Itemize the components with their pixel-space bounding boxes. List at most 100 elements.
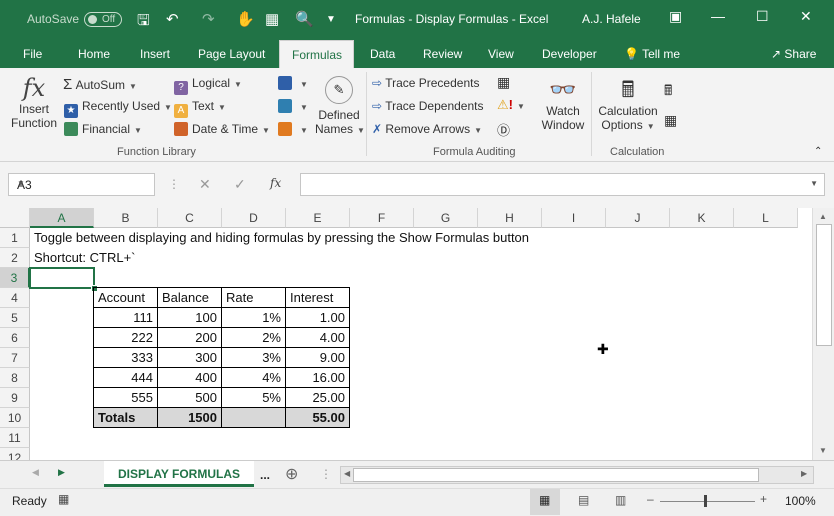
table-cell[interactable] xyxy=(221,407,286,428)
table-cell[interactable]: 3% xyxy=(221,347,286,368)
page-layout-view-icon[interactable]: ▤ xyxy=(578,493,589,507)
column-header[interactable]: G xyxy=(414,208,478,228)
table-cell[interactable]: Account xyxy=(93,287,158,308)
scroll-up-icon[interactable]: ▲ xyxy=(819,212,827,221)
horizontal-scrollbar[interactable]: ◀ ▶ xyxy=(340,466,814,484)
more-functions-button[interactable]: ▼ xyxy=(278,122,308,136)
tab-data[interactable]: Data xyxy=(370,47,395,61)
table-cell[interactable]: 2% xyxy=(221,327,286,348)
financial-button[interactable]: Financial ▼ xyxy=(64,122,142,136)
lookup-reference-button[interactable]: ▼ xyxy=(278,76,308,90)
page-break-view-icon[interactable]: ▥ xyxy=(615,493,626,507)
redo-icon[interactable]: ↷ xyxy=(202,10,215,28)
more-sheets[interactable]: ... xyxy=(260,468,270,482)
calculate-sheet-icon[interactable]: ▦ xyxy=(664,112,677,129)
table-cell[interactable]: Totals xyxy=(93,407,158,428)
tell-me[interactable]: 💡 Tell me xyxy=(624,47,680,61)
save-icon[interactable]: 🖫 xyxy=(137,10,150,35)
table-cell[interactable]: 1500 xyxy=(157,407,222,428)
table-cell[interactable]: 400 xyxy=(157,367,222,388)
calculation-options-button[interactable]: 🖩 Calculation Options ▼ xyxy=(596,76,660,132)
row-header[interactable]: 9 xyxy=(0,388,30,408)
error-checking-icon[interactable]: ⚠! ▼ xyxy=(497,97,525,113)
scroll-down-icon[interactable]: ▼ xyxy=(819,446,827,455)
table-cell[interactable]: 444 xyxy=(93,367,158,388)
table-cell[interactable]: 5% xyxy=(221,387,286,408)
column-header[interactable]: J xyxy=(606,208,670,228)
row-header[interactable]: 2 xyxy=(0,248,30,268)
formula-input[interactable]: ▼ xyxy=(300,173,825,196)
column-header[interactable]: A xyxy=(30,208,94,228)
tab-review[interactable]: Review xyxy=(423,47,462,61)
row-header[interactable]: 12 xyxy=(0,448,30,460)
scroll-tabs-right-icon[interactable]: ▶ xyxy=(58,467,65,478)
name-box[interactable]: A3 ▼ xyxy=(8,173,155,196)
table-cell[interactable]: 1% xyxy=(221,307,286,328)
select-all-corner[interactable] xyxy=(0,208,30,228)
share-button[interactable]: ↗ Share xyxy=(771,47,816,61)
row-header[interactable]: 1 xyxy=(0,228,30,248)
text-button[interactable]: A Text ▼ xyxy=(174,99,226,118)
undo-icon[interactable]: ↶ xyxy=(166,10,179,28)
autosum-button[interactable]: Σ AutoSum ▼ xyxy=(63,76,137,93)
tab-insert[interactable]: Insert xyxy=(140,47,170,61)
column-header[interactable]: D xyxy=(222,208,286,228)
insert-function-button[interactable]: fx Insert Function xyxy=(10,74,58,130)
vertical-scroll-thumb[interactable] xyxy=(816,224,832,346)
row-header[interactable]: 8 xyxy=(0,368,30,388)
tab-page-layout[interactable]: Page Layout xyxy=(198,47,265,61)
table-cell[interactable]: 9.00 xyxy=(285,347,350,368)
table-cell[interactable]: 111 xyxy=(93,307,158,328)
column-header[interactable]: B xyxy=(94,208,158,228)
trace-dependents-button[interactable]: ⇨ Trace Dependents xyxy=(372,99,483,113)
sheet-tab-display-formulas[interactable]: DISPLAY FORMULAS xyxy=(104,461,254,487)
row-header[interactable]: 3 xyxy=(0,268,30,288)
row-header[interactable]: 7 xyxy=(0,348,30,368)
new-sheet-icon[interactable]: ⊕ xyxy=(285,464,298,484)
insert-function-small[interactable]: fx xyxy=(270,176,281,190)
active-cell-a3[interactable] xyxy=(29,267,95,289)
zoom-in-icon[interactable]: + xyxy=(760,492,767,506)
minimize-icon[interactable]: — xyxy=(711,8,725,24)
cell-a1[interactable]: Toggle between displaying and hiding for… xyxy=(30,228,533,248)
table-cell[interactable]: Balance xyxy=(157,287,222,308)
table-cell[interactable]: 1.00 xyxy=(285,307,350,328)
cell-a2[interactable]: Shortcut: CTRL+` xyxy=(30,248,140,268)
table-cell[interactable]: 4% xyxy=(221,367,286,388)
tab-split-icon[interactable]: ⋮ xyxy=(320,467,332,481)
trace-precedents-button[interactable]: ⇨ Trace Precedents xyxy=(372,76,479,90)
date-time-button[interactable]: Date & Time ▼ xyxy=(174,122,270,136)
normal-view-button[interactable]: ▦ xyxy=(530,489,560,515)
math-trig-button[interactable]: ▼ xyxy=(278,99,308,113)
customize-qat-icon[interactable]: ▼ xyxy=(326,14,336,25)
table-cell[interactable]: 222 xyxy=(93,327,158,348)
tab-file[interactable]: File xyxy=(23,47,42,61)
column-header[interactable]: H xyxy=(478,208,542,228)
collapse-ribbon-icon[interactable]: ⌃ xyxy=(814,146,822,157)
touch-mode-icon[interactable]: ✋ xyxy=(236,10,255,28)
calculate-now-icon[interactable]: 🖩 xyxy=(664,80,672,104)
row-header[interactable]: 4 xyxy=(0,288,30,308)
tab-developer[interactable]: Developer xyxy=(542,47,597,61)
row-header[interactable]: 6 xyxy=(0,328,30,348)
column-header[interactable]: E xyxy=(286,208,350,228)
remove-arrows-button[interactable]: ✗ Remove Arrows ▼ xyxy=(372,122,482,136)
watch-window-button[interactable]: 👓 Watch Window xyxy=(540,76,586,132)
table-cell[interactable]: 555 xyxy=(93,387,158,408)
table-cell[interactable]: 16.00 xyxy=(285,367,350,388)
recently-used-button[interactable]: ★ Recently Used ▼ xyxy=(64,99,172,118)
worksheet-grid[interactable]: ABCDEFGHIJKL 1 2 3 4 5 6 7 8 9 10 11 12 Toggle betw… xyxy=(0,208,812,460)
maximize-icon[interactable]: ☐ xyxy=(756,8,769,25)
close-icon[interactable]: ✕ xyxy=(800,8,812,25)
table-cell[interactable]: 500 xyxy=(157,387,222,408)
autosave-toggle[interactable]: Off xyxy=(84,12,122,27)
table-cell[interactable]: 300 xyxy=(157,347,222,368)
column-header[interactable]: F xyxy=(350,208,414,228)
zoom-level[interactable]: 100% xyxy=(785,494,816,508)
table-cell[interactable]: 55.00 xyxy=(285,407,350,428)
print-preview-icon[interactable]: 🔍 xyxy=(295,10,314,28)
row-header[interactable]: 5 xyxy=(0,308,30,328)
cancel-icon[interactable]: ✕ xyxy=(199,176,211,193)
macro-record-icon[interactable]: ▦ xyxy=(58,492,69,506)
ribbon-display-icon[interactable]: ▣ xyxy=(669,8,682,25)
